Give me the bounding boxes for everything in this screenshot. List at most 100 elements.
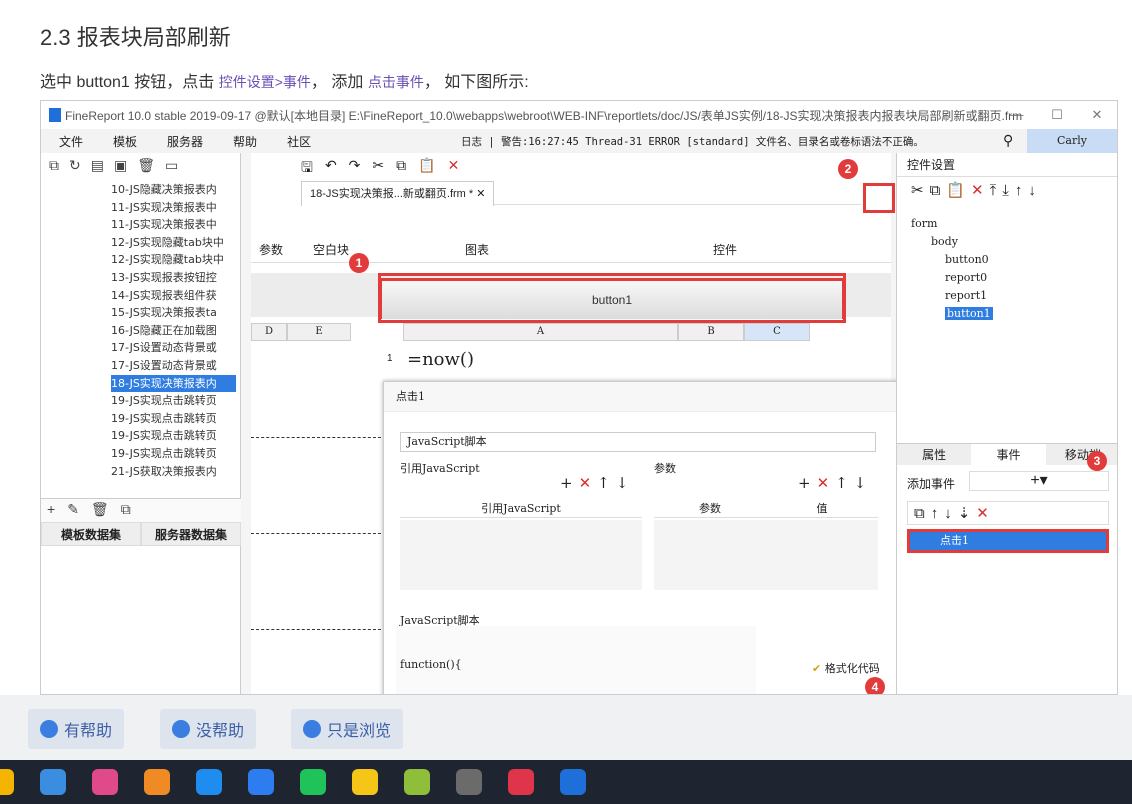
tab-server-dataset[interactable]: 服务器数据集 [141,522,241,546]
preview-dataset-icon[interactable]: ⧉ [121,501,131,520]
add-icon[interactable]: + [798,474,817,492]
not-helpful-button[interactable]: 没帮助 [160,709,257,749]
up-arrow-icon[interactable]: ↑ [835,474,854,492]
maximize-button[interactable]: ☐ [1037,101,1077,129]
menu-help[interactable]: 帮助 [221,133,269,150]
move-down-icon[interactable]: ↓ [1028,182,1042,199]
event-item-click1[interactable]: 点击1 [907,529,1109,553]
comp-button1[interactable]: button1 [911,305,993,323]
comp-report1[interactable]: report1 [911,287,993,305]
intellij-icon[interactable] [92,769,118,795]
minimize-button[interactable]: — [997,101,1037,129]
link-click-event[interactable]: 点击事件 [368,74,424,90]
ribbon-chart[interactable]: 图表 [465,241,489,258]
tab-template-dataset[interactable]: 模板数据集 [41,522,141,546]
feishu-icon[interactable] [196,769,222,795]
search-icon[interactable]: ⚲ [1003,132,1013,149]
comp-form[interactable]: form [911,215,993,233]
ribbon-widget[interactable]: 控件 [713,241,737,258]
move-up-icon[interactable]: ↑ [1015,182,1029,199]
sort-icon[interactable]: ⇣ [958,505,977,522]
wechat-icon[interactable] [300,769,326,795]
helpful-button[interactable]: 有帮助 [28,709,125,749]
new-folder-icon[interactable]: ⧉ [49,157,59,175]
up-arrow-icon[interactable]: ↑ [931,505,945,522]
menu-file[interactable]: 文件 [47,133,95,150]
menu-server[interactable]: 服务器 [155,133,215,150]
copy-icon[interactable]: ⧉ [914,505,931,522]
tree-item[interactable]: 19-JS实现点击跳转页 [111,445,236,463]
delete-icon[interactable]: ✕ [448,157,460,175]
tree-item[interactable]: 11-JS实现决策报表中 [111,199,236,217]
paste-icon[interactable]: 📋 [946,182,971,199]
refresh-icon[interactable]: ↻ [69,157,81,175]
qq-icon[interactable] [352,769,378,795]
link-control-settings[interactable]: 控件设置>事件 [219,74,311,90]
tree-item[interactable]: 16-JS隐藏正在加载图 [111,322,236,340]
delete-icon[interactable]: ✕ [971,182,990,199]
down-arrow-icon[interactable]: ↓ [616,474,635,492]
delete-dataset-icon[interactable]: 🗑 [91,501,109,520]
chrome-icon[interactable] [0,769,14,795]
copy-icon[interactable]: ▭ [165,157,178,175]
everything-icon[interactable] [404,769,430,795]
browse-only-button[interactable]: 只是浏览 [291,709,404,749]
chart-app-icon[interactable] [248,769,274,795]
event-type-select[interactable]: JavaScript脚本 [400,432,876,452]
code-editor[interactable]: function(){ [396,626,756,694]
lemon-icon[interactable] [144,769,170,795]
cut-icon[interactable]: ✂ [911,182,930,199]
app-icon[interactable] [508,769,534,795]
comp-report0[interactable]: report0 [911,269,993,287]
menu-community[interactable]: 社区 [275,133,323,150]
file-tab[interactable]: 18-JS实现决策报...新或翻页.frm * ✕ [301,181,495,206]
menu-template[interactable]: 模板 [101,133,149,150]
finereport-icon[interactable] [560,769,586,795]
tree-item-selected[interactable]: 18-JS实现决策报表内 [111,374,236,393]
move-bottom-icon[interactable]: ⤓ [1002,182,1015,199]
copy-icon[interactable]: ⧉ [930,182,947,199]
save-icon[interactable]: 🖫 [301,157,313,175]
user-name[interactable]: Carly [1027,129,1117,153]
cell-a1[interactable]: =now() [403,341,678,379]
close-button[interactable]: ✕ [1077,101,1117,129]
tree-item[interactable]: 21-JS获取决策报表内 [111,463,236,481]
tab-events[interactable]: 事件 [971,444,1046,465]
paste-icon[interactable]: 📋 [418,157,435,175]
remove-icon[interactable]: ✕ [817,474,836,492]
add-dataset-icon[interactable]: + [47,501,55,520]
ribbon-blank-block[interactable]: 空白块 [313,241,349,258]
down-arrow-icon[interactable]: ↓ [944,505,958,522]
copy-icon[interactable]: ⧉ [396,157,406,175]
down-arrow-icon[interactable]: ↓ [854,474,873,492]
browser-icon[interactable] [40,769,66,795]
comp-button0[interactable]: button0 [911,251,993,269]
tree-item[interactable]: 19-JS实现点击跳转页 [111,427,236,445]
delete-icon[interactable]: 🗑 [137,157,155,175]
remove-icon[interactable]: ✕ [579,474,598,492]
tree-item[interactable]: 17-JS设置动态背景或 [111,357,236,375]
tree-item[interactable]: 12-JS实现隐藏tab块中 [111,251,236,269]
tree-item[interactable]: 19-JS实现点击跳转页 [111,410,236,428]
tree-item[interactable]: 15-JS实现决策报表ta [111,304,236,322]
ref-js-list[interactable] [400,520,642,590]
param-list[interactable] [654,520,878,590]
up-arrow-icon[interactable]: ↑ [597,474,616,492]
move-top-icon[interactable]: ⤒ [990,182,1003,199]
tree-item[interactable]: 17-JS设置动态背景或 [111,339,236,357]
undo-icon[interactable]: ↶ [325,157,337,175]
edit-dataset-icon[interactable]: ✎ [67,501,79,520]
tree-item[interactable]: 19-JS实现点击跳转页 [111,392,236,410]
delete-icon[interactable]: ✕ [976,505,995,522]
add-event-button[interactable]: +▾ [969,471,1109,491]
tab-attributes[interactable]: 属性 [897,444,971,465]
log-status[interactable]: 日志 | 警告:16:27:45 Thread-31 ERROR [standa… [461,134,924,149]
ribbon-param[interactable]: 参数 [259,241,283,258]
format-code-button[interactable]: ✔ 格式化代码 [812,660,880,676]
sublime-icon[interactable] [456,769,482,795]
tree-item[interactable]: 14-JS实现报表组件获 [111,287,236,305]
lock-icon[interactable]: ▣ [114,157,127,175]
tree-item[interactable]: 13-JS实现报表按钮控 [111,269,236,287]
tree-item[interactable]: 10-JS隐藏决策报表内 [111,181,236,199]
tree-item[interactable]: 12-JS实现隐藏tab块中 [111,234,236,252]
